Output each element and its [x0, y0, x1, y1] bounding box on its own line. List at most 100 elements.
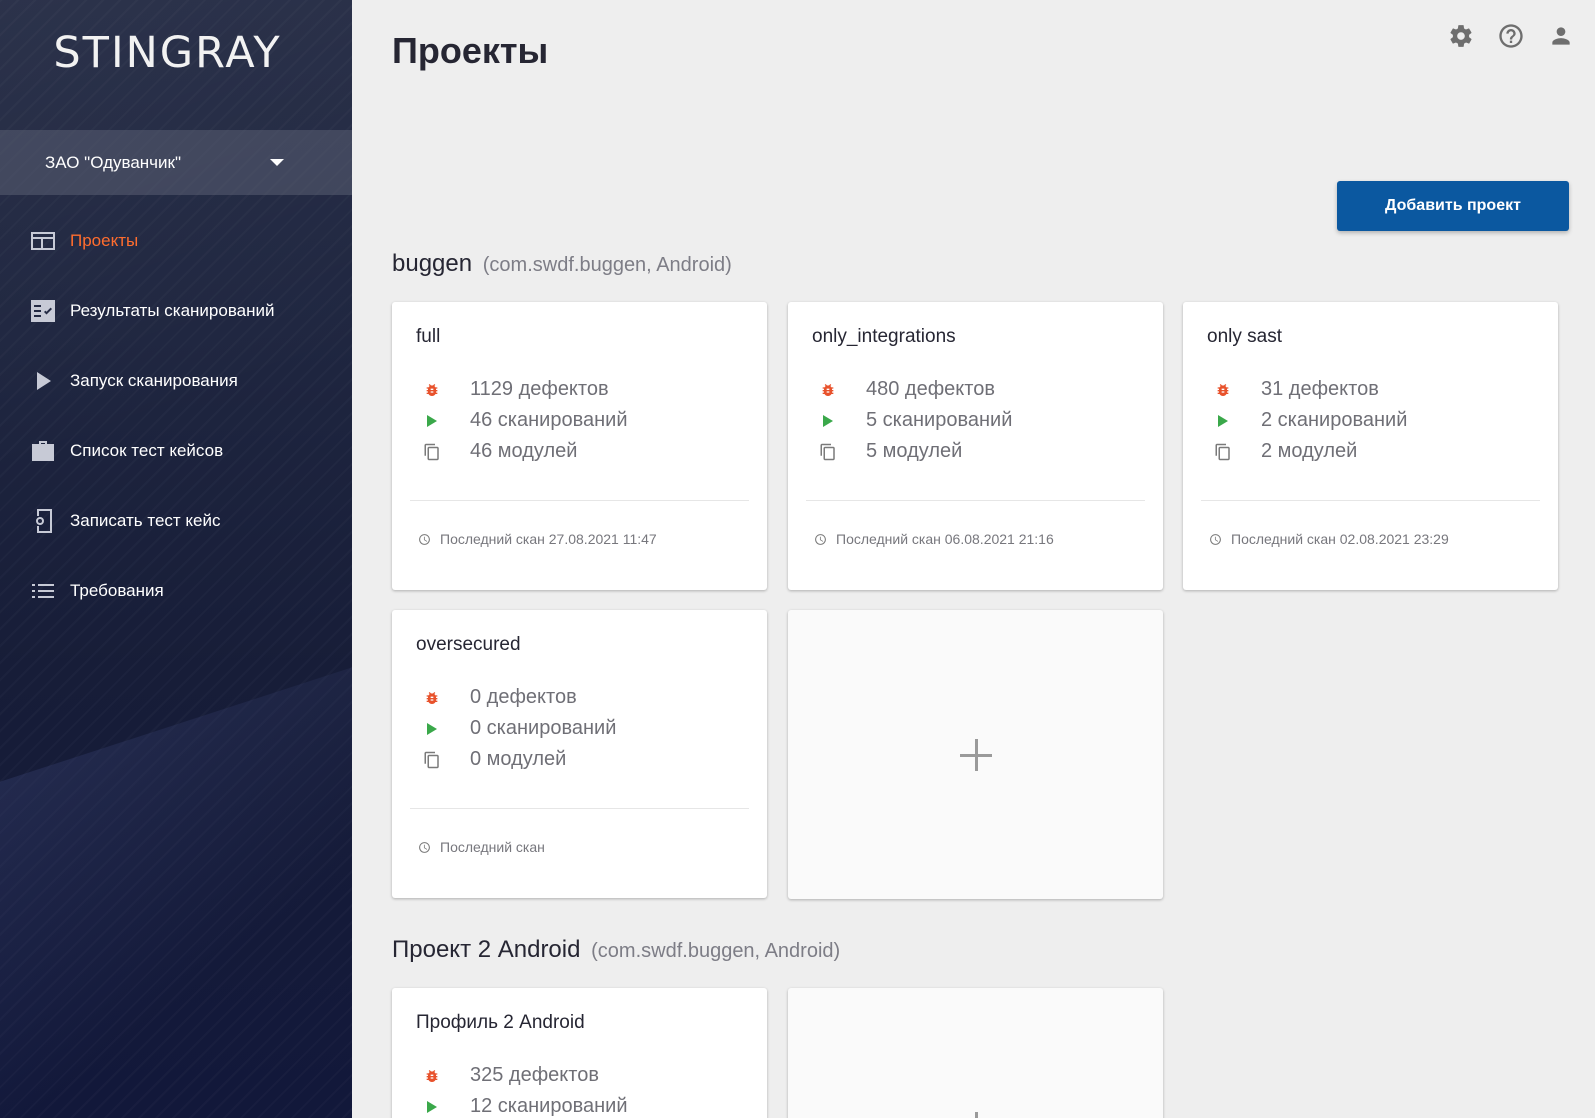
sidebar-item-projects[interactable]: Проекты	[0, 206, 352, 276]
settings-gear-icon[interactable]	[1447, 22, 1475, 50]
last-scan: Последний скан 06.08.2021 21:16	[814, 531, 1054, 547]
scans-stat: 5 сканирований	[818, 409, 1012, 432]
defects-stat: 31 дефектов	[1213, 378, 1379, 401]
sidebar-item-label: Требования	[70, 581, 164, 600]
scans-stat: 46 сканирований	[422, 409, 628, 432]
sidebar-item-test-cases[interactable]: Список тест кейсов	[0, 416, 352, 486]
profile-card[interactable]: only sast 31 дефектов 2 сканирований 2 м…	[1183, 302, 1558, 590]
last-scan: Последний скан 27.08.2021 11:47	[418, 531, 657, 547]
modules-count: 0 модулей	[470, 748, 567, 770]
clock-icon	[1209, 532, 1223, 546]
modules-stat: 46 модулей	[422, 440, 577, 463]
app-logo[interactable]: STINGRAY	[0, 28, 335, 78]
list-icon	[30, 578, 56, 604]
record-device-icon	[30, 508, 56, 534]
profile-title: only_integrations	[812, 326, 956, 347]
bug-icon	[1213, 380, 1233, 400]
last-scan: Последний скан	[418, 839, 545, 855]
page-title: Проекты	[392, 30, 549, 71]
scan-results-icon	[30, 298, 56, 324]
sidebar-item-label: Запуск сканирования	[70, 371, 238, 390]
sidebar-item-record-test-case[interactable]: Записать тест кейс	[0, 486, 352, 556]
profile-title: oversecured	[416, 634, 521, 655]
project-meta: (com.swdf.buggen, Android)	[482, 254, 732, 276]
project-meta: (com.swdf.buggen, Android)	[591, 940, 841, 962]
sidebar-item-requirements[interactable]: Требования	[0, 556, 352, 626]
defects-stat: 1129 дефектов	[422, 378, 609, 401]
scans-count: 46 сканирований	[470, 409, 628, 431]
copy-icon	[422, 442, 442, 462]
play-icon	[422, 719, 442, 739]
sidebar: STINGRAY ЗАО "Одуванчик" Проекты Результ…	[0, 0, 352, 1118]
divider	[410, 500, 749, 501]
defects-count: 31 дефектов	[1261, 378, 1379, 400]
organization-selector[interactable]: ЗАО "Одуванчик"	[0, 130, 352, 195]
defects-stat: 480 дефектов	[818, 378, 995, 401]
plus-icon	[959, 738, 992, 771]
modules-stat: 5 модулей	[818, 440, 962, 463]
last-scan-text: Последний скан 02.08.2021 23:29	[1231, 531, 1449, 547]
defects-count: 0 дефектов	[470, 686, 577, 708]
account-icon[interactable]	[1547, 22, 1575, 50]
add-profile-card[interactable]	[788, 988, 1163, 1118]
header-actions	[1447, 22, 1575, 50]
scans-count: 12 сканирований	[470, 1095, 628, 1117]
bug-icon	[422, 688, 442, 708]
scans-stat: 12 сканирований	[422, 1095, 628, 1118]
clock-icon	[418, 532, 432, 546]
main-content: Проекты Добавить проект buggen (com.swdf…	[352, 0, 1595, 1118]
modules-stat: 0 модулей	[422, 748, 566, 771]
bug-icon	[422, 1066, 442, 1086]
play-icon	[422, 1097, 442, 1117]
profile-card[interactable]: Профиль 2 Android 325 дефектов 12 сканир…	[392, 988, 767, 1118]
divider	[1201, 500, 1540, 501]
bug-icon	[422, 380, 442, 400]
help-icon[interactable]	[1497, 22, 1525, 50]
profile-card[interactable]: full 1129 дефектов 46 сканирований 46 мо…	[392, 302, 767, 590]
plus-icon	[960, 1112, 992, 1118]
play-icon	[818, 411, 838, 431]
scans-stat: 0 сканирований	[422, 717, 616, 740]
projects-icon	[30, 228, 56, 254]
profile-card[interactable]: only_integrations 480 дефектов 5 сканиро…	[788, 302, 1163, 590]
profile-title: Профиль 2 Android	[416, 1012, 585, 1033]
copy-icon	[422, 750, 442, 770]
modules-count: 2 модулей	[1261, 440, 1358, 462]
profile-title: only sast	[1207, 326, 1282, 347]
project-group-title: buggen (com.swdf.buggen, Android)	[392, 250, 732, 278]
last-scan: Последний скан 02.08.2021 23:29	[1209, 531, 1449, 547]
sidebar-nav: Проекты Результаты сканирований Запуск с…	[0, 206, 352, 626]
last-scan-text: Последний скан	[440, 839, 545, 855]
last-scan-text: Последний скан 27.08.2021 11:47	[440, 531, 657, 547]
modules-stat: 2 модулей	[1213, 440, 1357, 463]
sidebar-item-label: Записать тест кейс	[70, 511, 221, 530]
project-name[interactable]: Проект 2 Android	[392, 936, 580, 963]
add-profile-card[interactable]	[788, 610, 1163, 899]
profile-title: full	[416, 326, 441, 347]
divider	[410, 808, 749, 809]
scans-count: 5 сканирований	[866, 409, 1013, 431]
sidebar-item-run-scan[interactable]: Запуск сканирования	[0, 346, 352, 416]
profile-card[interactable]: oversecured 0 дефектов 0 сканирований 0 …	[392, 610, 767, 898]
sidebar-item-label: Список тест кейсов	[70, 441, 224, 460]
defects-count: 325 дефектов	[470, 1064, 599, 1086]
defects-stat: 325 дефектов	[422, 1064, 599, 1087]
add-project-button[interactable]: Добавить проект	[1337, 181, 1569, 231]
scans-count: 2 сканирований	[1261, 409, 1408, 431]
organization-name: ЗАО "Одуванчик"	[45, 152, 181, 172]
sidebar-item-scan-results[interactable]: Результаты сканирований	[0, 276, 352, 346]
clock-icon	[418, 840, 432, 854]
defects-count: 480 дефектов	[866, 378, 995, 400]
clock-icon	[814, 532, 828, 546]
briefcase-icon	[30, 438, 56, 464]
divider	[806, 500, 1145, 501]
bug-icon	[818, 380, 838, 400]
modules-count: 5 модулей	[866, 440, 963, 462]
scans-count: 0 сканирований	[470, 717, 617, 739]
play-icon	[422, 411, 442, 431]
copy-icon	[1213, 442, 1233, 462]
play-icon	[30, 368, 56, 394]
last-scan-text: Последний скан 06.08.2021 21:16	[836, 531, 1054, 547]
project-name[interactable]: buggen	[392, 250, 472, 277]
play-icon	[1213, 411, 1233, 431]
